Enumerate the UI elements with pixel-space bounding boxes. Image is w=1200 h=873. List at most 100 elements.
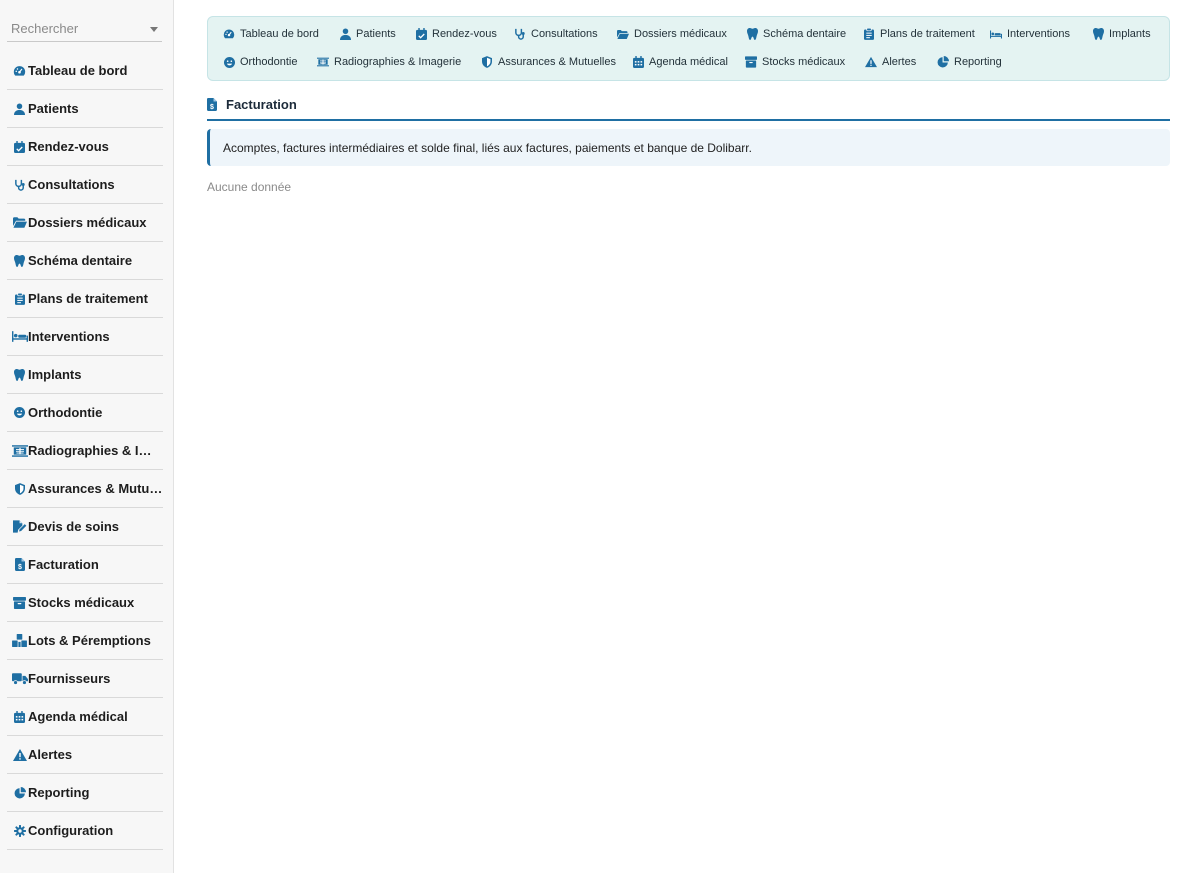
user-icon [339,28,351,40]
sidebar-item-label: Assurances & Mutuelles [28,481,163,496]
chevron-down-icon[interactable] [150,27,158,32]
top-nav-item-label: Interventions [1007,28,1070,40]
sidebar-item-label: Fournisseurs [28,671,111,686]
sidebar-item-assurances-and-mutuelles[interactable]: Assurances & Mutuelles [7,470,163,508]
top-nav-item-interventions[interactable]: Interventions [990,28,1070,40]
top-nav-item-tableau-de-bord[interactable]: Tableau de bord [223,28,319,40]
top-nav-item-label: Dossiers médicaux [634,28,727,40]
box-icon [11,596,28,610]
pie-chart-icon [11,786,28,800]
clipboard-icon [863,28,875,40]
sidebar-item-implants[interactable]: Implants [7,356,163,394]
search-box[interactable] [7,17,162,42]
tooth-icon [11,254,28,268]
info-text: Acomptes, factures intermédiaires et sol… [223,141,752,155]
top-nav-item-label: Rendez-vous [432,28,497,40]
sidebar-item-agenda-medical[interactable]: Agenda médical [7,698,163,736]
sidebar-item-label: Alertes [28,747,73,762]
top-nav-item-label: Schéma dentaire [763,28,847,40]
sidebar-item-devis-de-soins[interactable]: Devis de soins [7,508,163,546]
sidebar-item-radiographies-and-imagerie[interactable]: Radiographies & Imagerie [7,432,163,470]
dashboard-icon [11,64,28,78]
top-nav-item-label: Radiographies & Imagerie [334,56,462,68]
top-nav-item-label: Implants [1109,28,1151,40]
page-header: $ Facturation [207,96,1170,121]
top-nav-item-label: Plans de traitement [880,28,975,40]
sidebar-item-configuration[interactable]: Configuration [7,812,163,850]
top-nav-item-dossiers-medicaux[interactable]: Dossiers médicaux [617,28,727,40]
procedure-bed-icon [990,28,1002,40]
smile-icon [11,406,28,420]
invoice-dollar-icon: $ [207,98,217,111]
top-nav-item-label: Agenda médical [649,56,728,68]
sidebar-item-rendez-vous[interactable]: Rendez-vous [7,128,163,166]
top-nav-item-rendez-vous[interactable]: Rendez-vous [415,28,497,40]
sidebar-item-label: Agenda médical [28,709,128,724]
sidebar-item-label: Patients [28,101,79,116]
stethoscope-icon [514,28,526,40]
sidebar-item-tableau-de-bord[interactable]: Tableau de bord [7,52,163,90]
top-nav-item-stocks-medicaux[interactable]: Stocks médicaux [745,56,845,68]
page-title: Facturation [226,97,297,112]
sidebar-item-label: Facturation [28,557,99,572]
xray-icon [11,444,28,458]
sidebar-item-consultations[interactable]: Consultations [7,166,163,204]
sidebar-item-label: Dossiers médicaux [28,215,147,230]
sidebar-item-label: Radiographies & Imagerie [28,443,163,458]
top-nav-item-label: Tableau de bord [240,28,319,40]
top-nav-item-agenda-medical[interactable]: Agenda médical [632,56,728,68]
sidebar-item-orthodontie[interactable]: Orthodontie [7,394,163,432]
box-icon [745,56,757,68]
cubes-icon [11,634,28,648]
top-nav-item-orthodontie[interactable]: Orthodontie [223,56,297,68]
sidebar-item-schema-dentaire[interactable]: Schéma dentaire [7,242,163,280]
top-nav-item-label: Orthodontie [240,56,298,68]
top-nav-item-assurances-and-mutuelles[interactable]: Assurances & Mutuelles [481,56,616,68]
top-nav-item-consultations[interactable]: Consultations [514,28,598,40]
top-nav-item-reporting[interactable]: Reporting [937,56,1002,68]
sidebar: Tableau de bord Patients Rendez-vous Consul… [0,0,174,873]
search-input[interactable] [11,21,141,36]
gear-icon [11,824,28,838]
tooth-icon [746,28,758,40]
sidebar-item-label: Plans de traitement [28,291,148,306]
warning-icon [11,748,28,762]
svg-text:$: $ [18,564,22,571]
folder-open-icon [11,216,28,230]
top-nav-item-implants[interactable]: Implants [1092,28,1151,40]
sidebar-item-label: Interventions [28,329,110,344]
calendar-check-icon [11,140,28,154]
sidebar-item-stocks-medicaux[interactable]: Stocks médicaux [7,584,163,622]
sidebar-item-patients[interactable]: Patients [7,90,163,128]
top-nav-item-label: Stocks médicaux [762,56,846,68]
sidebar-item-label: Schéma dentaire [28,253,133,268]
tooth-icon [1092,28,1104,40]
sidebar-item-reporting[interactable]: Reporting [7,774,163,812]
sidebar-item-fournisseurs[interactable]: Fournisseurs [7,660,163,698]
top-nav-item-plans-de-traitement[interactable]: Plans de traitement [863,28,975,40]
sidebar-item-interventions[interactable]: Interventions [7,318,163,356]
invoice-dollar-icon: $ [11,558,28,572]
top-nav-item-label: Consultations [531,28,598,40]
top-nav-item-schema-dentaire[interactable]: Schéma dentaire [746,28,846,40]
sidebar-item-plans-de-traitement[interactable]: Plans de traitement [7,280,163,318]
calendar-icon [11,710,28,724]
sidebar-item-dossiers-medicaux[interactable]: Dossiers médicaux [7,204,163,242]
sidebar-item-lots-and-peremptions[interactable]: Lots & Péremptions [7,622,163,660]
top-nav-item-alertes[interactable]: Alertes [865,56,916,68]
top-nav-item-radiographies-and-imagerie[interactable]: Radiographies & Imagerie [317,56,461,68]
smile-icon [223,56,235,68]
sidebar-item-label: Devis de soins [28,519,120,534]
sidebar-item-alertes[interactable]: Alertes [7,736,163,774]
sidebar-item-label: Implants [28,367,82,382]
sidebar-item-label: Reporting [28,785,90,800]
top-nav-item-label: Patients [356,28,396,40]
tooth-icon [11,368,28,382]
sidebar-item-facturation[interactable]: $ Facturation [7,546,163,584]
sidebar-item-label: Rendez-vous [28,139,109,154]
sidebar-item-label: Tableau de bord [28,63,128,78]
sidebar-item-label: Configuration [28,823,114,838]
edit-document-icon [11,520,28,534]
top-nav-item-patients[interactable]: Patients [339,28,396,40]
shield-icon [11,482,28,496]
